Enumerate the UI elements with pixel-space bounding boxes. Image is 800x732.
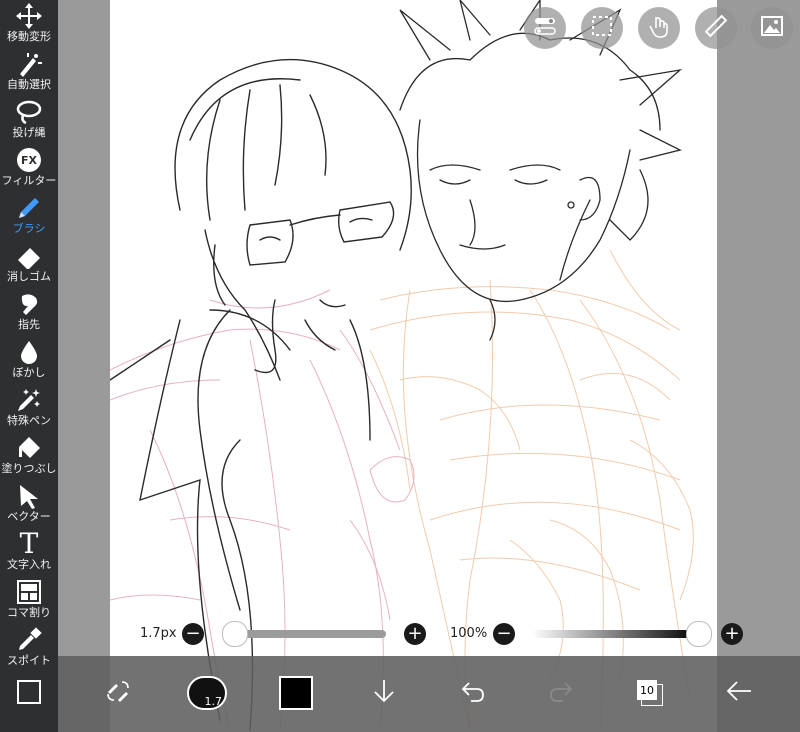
opacity-track[interactable]: [532, 630, 698, 638]
opacity-slider-row: 100% − +: [450, 620, 750, 648]
canvas-frame-icon: [14, 678, 44, 706]
tool-filter[interactable]: FX フィルター: [0, 146, 58, 194]
brush-size-decrease-button[interactable]: −: [182, 623, 204, 645]
save-down-button[interactable]: [360, 670, 408, 716]
redo-icon: [547, 679, 575, 707]
brush-size-badge: 1.7: [204, 695, 223, 708]
tool-eraser[interactable]: 消しゴム: [0, 242, 58, 290]
blur-drop-icon: [14, 338, 44, 366]
redo-button[interactable]: [537, 670, 585, 716]
plus-icon: +: [724, 623, 740, 644]
minus-icon: −: [185, 623, 201, 644]
opacity-thumb[interactable]: [686, 621, 712, 647]
tool-canvas[interactable]: [0, 678, 58, 726]
tool-move[interactable]: 移動変形: [0, 2, 58, 50]
tool-label: ぼかし: [12, 366, 46, 379]
brush-size-slider-row: 1.7px − +: [138, 620, 428, 648]
tool-brush[interactable]: ブラシ: [0, 194, 58, 242]
undo-icon: [459, 679, 487, 707]
fx-icon: FX: [14, 146, 44, 174]
opacity-value: 100%: [450, 626, 488, 641]
tool-label: 塗りつぶし: [1, 462, 57, 475]
tool-label: ブラシ: [12, 222, 46, 235]
brush-size-preview-button[interactable]: 1.7: [183, 670, 231, 716]
hand-touch-icon: [648, 14, 670, 42]
opacity-increase-button[interactable]: +: [721, 623, 743, 645]
tool-label: フィルター: [1, 174, 57, 187]
tool-lasso[interactable]: 投げ縄: [0, 98, 58, 146]
text-icon: T: [19, 527, 39, 560]
pen-swap-icon: [104, 678, 132, 708]
finger-icon: [14, 290, 44, 318]
tool-blur[interactable]: ぼかし: [0, 338, 58, 386]
vector-arrow-icon: [14, 482, 44, 510]
bucket-icon: [14, 434, 44, 462]
toggle-icon: [533, 16, 557, 40]
panel-icon: [14, 578, 44, 606]
selection-button[interactable]: [581, 7, 623, 49]
minus-icon: −: [496, 623, 512, 644]
color-swatch-button[interactable]: [272, 670, 320, 716]
tool-special-pen[interactable]: 特殊ペン: [0, 386, 58, 434]
brush-size-track[interactable]: [234, 630, 386, 638]
touch-button[interactable]: [638, 7, 680, 49]
tool-eyedropper[interactable]: スポイト: [0, 626, 58, 674]
brush-preview-icon: 1.7: [187, 676, 227, 710]
tool-label: 投げ縄: [12, 126, 46, 139]
brush-size-increase-button[interactable]: +: [404, 623, 426, 645]
tool-label: スポイト: [7, 654, 51, 667]
bottom-toolbar: 1.7 10: [58, 656, 800, 732]
eyedropper-icon: [14, 626, 44, 654]
back-button[interactable]: [715, 670, 763, 716]
tool-panel[interactable]: コマ割り: [0, 578, 58, 626]
special-pen-icon: [14, 386, 44, 414]
image-icon: [761, 16, 783, 40]
brush-icon: [14, 194, 44, 222]
move-icon: [14, 2, 44, 30]
opacity-decrease-button[interactable]: −: [493, 623, 515, 645]
material-button[interactable]: [751, 7, 793, 49]
layer-count: 10: [637, 680, 657, 700]
layers-icon: 10: [635, 678, 665, 708]
layers-button[interactable]: 10: [626, 670, 674, 716]
ruler-button[interactable]: [695, 7, 737, 49]
tool-magic-wand[interactable]: 自動選択: [0, 50, 58, 98]
tool-label: ベクター: [7, 510, 51, 523]
magic-wand-icon: [14, 50, 44, 78]
tool-finger[interactable]: 指先: [0, 290, 58, 338]
arrow-left-icon: [725, 679, 753, 707]
brush-size-value: 1.7px: [140, 626, 177, 641]
plus-icon: +: [407, 623, 423, 644]
tool-label: 特殊ペン: [7, 414, 51, 427]
tool-label: コマ割り: [7, 606, 51, 619]
tool-text[interactable]: T 文字入れ: [0, 530, 58, 578]
tool-vector[interactable]: ベクター: [0, 482, 58, 530]
tool-label: 指先: [18, 318, 40, 331]
workspace-margin-left: [58, 0, 110, 732]
toggle-button[interactable]: [524, 7, 566, 49]
current-color-swatch: [279, 676, 313, 710]
eraser-icon: [14, 242, 44, 270]
lasso-icon: [14, 98, 44, 126]
tool-label: 消しゴム: [7, 270, 51, 283]
tool-sidebar: 移動変形 自動選択 投げ縄 FX フィルター ブラシ 消しゴム 指先 ぼかし 特…: [0, 0, 58, 732]
ruler-icon: [704, 14, 728, 42]
tool-label: 移動変形: [7, 30, 51, 43]
tool-bucket[interactable]: 塗りつぶし: [0, 434, 58, 482]
tool-label: 文字入れ: [7, 558, 51, 571]
selection-icon: [591, 15, 613, 41]
tool-label: 自動選択: [7, 78, 51, 91]
swap-tool-button[interactable]: [94, 670, 142, 716]
brush-size-thumb[interactable]: [222, 621, 248, 647]
arrow-down-icon: [372, 678, 396, 708]
undo-button[interactable]: [449, 670, 497, 716]
